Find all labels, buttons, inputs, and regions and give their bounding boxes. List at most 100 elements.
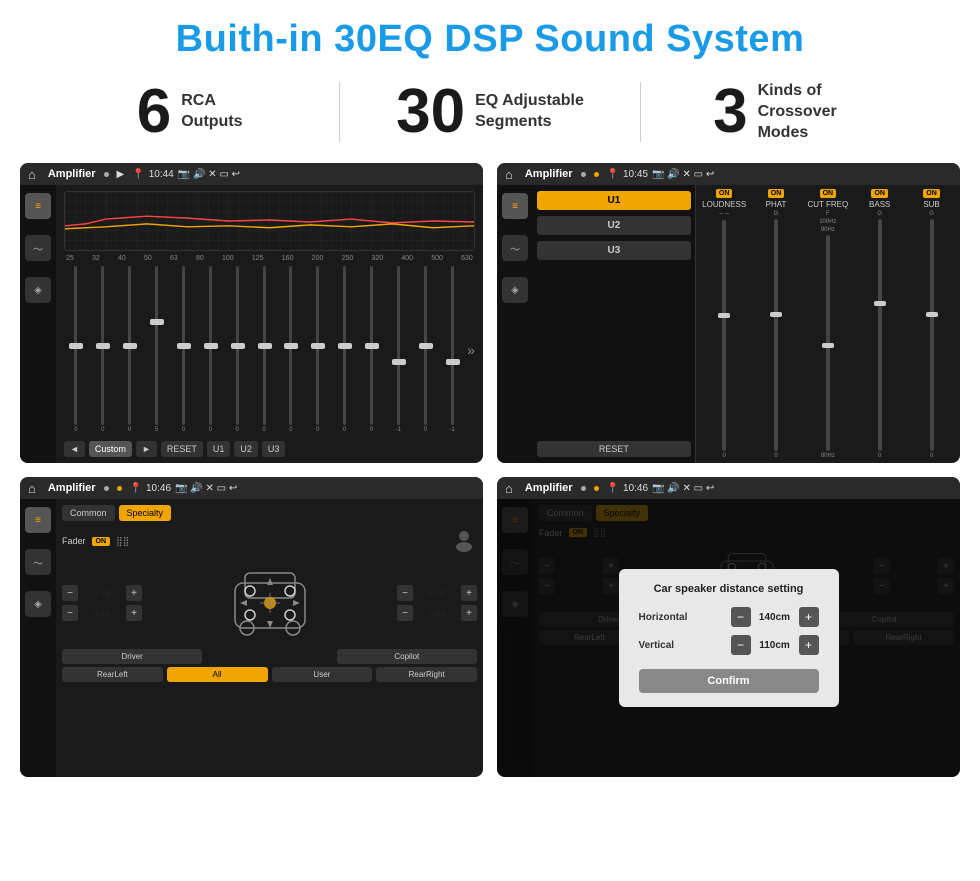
dialog-box: Car speaker distance setting Horizontal … <box>619 569 839 707</box>
car-svg <box>225 563 315 643</box>
vertical-plus-btn[interactable]: + <box>799 635 819 655</box>
eq-slider-13[interactable]: -1 <box>387 266 411 433</box>
eq-slider-7[interactable]: 0 <box>225 266 249 433</box>
dialog-stepper-horizontal[interactable]: − 140cm + <box>731 607 819 627</box>
eq-slider-12[interactable]: 0 <box>360 266 384 433</box>
app-title-br: Amplifier <box>525 482 573 494</box>
eq-sliders: 0 0 0 5 0 0 0 0 0 0 0 0 -1 0 -1 » <box>64 266 475 437</box>
eq-slider-6[interactable]: 0 <box>198 266 222 433</box>
eq-sidebar-icon-3[interactable]: ◈ <box>25 277 51 303</box>
eq-slider-2[interactable]: 0 <box>91 266 115 433</box>
amp-preset-u1[interactable]: U1 <box>537 191 691 210</box>
amp-preset-u3[interactable]: U3 <box>537 241 691 260</box>
status-bar-tr: ⌂ Amplifier 📍 10:45 📷 🔊 ✕ ▭ ↩ <box>497 163 960 185</box>
home-icon-tl[interactable]: ⌂ <box>28 167 36 182</box>
eq-graph <box>64 191 475 251</box>
eq-u3-btn[interactable]: U3 <box>262 441 286 457</box>
amp-sidebar-icon-1[interactable]: ≡ <box>502 193 528 219</box>
eq-slider-15[interactable]: -1 <box>440 266 464 433</box>
status-icons-tr: 📍 10:45 📷 🔊 ✕ ▭ ↩ <box>607 169 715 180</box>
right-rear-plus[interactable]: + <box>461 605 477 621</box>
amp-channel-loudness: ON LOUDNESS ~~ 0 <box>700 189 749 459</box>
home-icon-tr[interactable]: ⌂ <box>505 167 513 182</box>
cross-sidebar-icon-2[interactable]: 〜 <box>25 549 51 575</box>
left-rear-minus[interactable]: − <box>62 605 78 621</box>
btn-all[interactable]: All <box>167 667 268 682</box>
left-rear-plus[interactable]: + <box>126 605 142 621</box>
eq-bottom-bar: ◄ Custom ► RESET U1 U2 U3 <box>64 441 475 457</box>
cross-tab-specialty[interactable]: Specialty <box>119 505 172 521</box>
home-icon-br[interactable]: ⌂ <box>505 481 513 496</box>
status-icons-tl: 📍 10:44 📷 🔊 ✕ ▭ ↩ <box>132 169 240 180</box>
right-front-minus[interactable]: − <box>397 585 413 601</box>
screen-bottom-left: ⌂ Amplifier 📍 10:46 📷 🔊 ✕ ▭ ↩ ≡ 〜 ◈ Comm… <box>20 477 483 777</box>
right-rear-minus[interactable]: − <box>397 605 413 621</box>
btn-rearright[interactable]: RearRight <box>376 667 477 682</box>
eq-expand-icon[interactable]: » <box>467 342 475 358</box>
amp-channel-cutfreq: ON CUT FREQ F 100Hz 90Hz 80Hz <box>803 189 852 459</box>
amp-preset-u2[interactable]: U2 <box>537 216 691 235</box>
status-dot-br1 <box>581 486 586 491</box>
dialog-overlay: Car speaker distance setting Horizontal … <box>497 499 960 777</box>
fader-row: Fader ON ⣿⣿ <box>62 527 477 555</box>
fader-on-badge[interactable]: ON <box>92 537 111 546</box>
eq-slider-1[interactable]: 0 <box>64 266 88 433</box>
eq-slider-8[interactable]: 0 <box>252 266 276 433</box>
eq-sidebar: ≡ 〜 ◈ <box>20 185 56 463</box>
right-front-plus[interactable]: + <box>461 585 477 601</box>
eq-slider-14[interactable]: 0 <box>413 266 437 433</box>
eq-slider-11[interactable]: 0 <box>333 266 357 433</box>
stat-divider-1 <box>339 82 340 142</box>
cross-tabs: Common Specialty <box>62 505 477 521</box>
dialog-confirm-btn[interactable]: Confirm <box>639 669 819 693</box>
btn-driver[interactable]: Driver <box>62 649 202 664</box>
left-front-minus[interactable]: − <box>62 585 78 601</box>
eq-slider-3[interactable]: 0 <box>118 266 142 433</box>
home-icon-bl[interactable]: ⌂ <box>28 481 36 496</box>
app-title-tr: Amplifier <box>525 168 573 180</box>
eq-custom-btn[interactable]: Custom <box>89 441 132 457</box>
left-db-controls: − 0 dB + − 0 dB + <box>62 585 142 621</box>
status-dot-br2 <box>594 486 599 491</box>
btn-rearleft[interactable]: RearLeft <box>62 667 163 682</box>
screen-bottom-right: ⌂ Amplifier 📍 10:46 📷 🔊 ✕ ▭ ↩ ≡ 〜 ◈ Comm… <box>497 477 960 777</box>
dialog-title: Car speaker distance setting <box>639 583 819 595</box>
left-front-plus[interactable]: + <box>126 585 142 601</box>
dialog-stepper-vertical[interactable]: − 110cm + <box>731 635 819 655</box>
user-icon <box>451 527 477 553</box>
vertical-value: 110cm <box>755 640 795 651</box>
amp-channel-phat: ON PHAT G 0 <box>752 189 801 459</box>
eq-u1-btn[interactable]: U1 <box>207 441 231 457</box>
btn-copilot[interactable]: Copilot <box>337 649 477 664</box>
amp-reset-btn[interactable]: RESET <box>537 441 691 457</box>
amp-channel-sub: ON SUB G 0 <box>907 189 956 459</box>
eq-slider-5[interactable]: 0 <box>172 266 196 433</box>
amp-sidebar-icon-3[interactable]: ◈ <box>502 277 528 303</box>
right-rear-db: 0 dB <box>417 609 457 618</box>
eq-next-btn[interactable]: ► <box>136 441 157 457</box>
fader-label: Fader <box>62 536 86 546</box>
eq-freq-labels: 2532405063 80100125160200 25032040050063… <box>64 255 475 262</box>
cross-sidebar-icon-3[interactable]: ◈ <box>25 591 51 617</box>
eq-prev-btn[interactable]: ◄ <box>64 441 85 457</box>
page-title: Buith-in 30EQ DSP Sound System <box>0 0 980 71</box>
eq-sidebar-icon-1[interactable]: ≡ <box>25 193 51 219</box>
status-dot-tr1 <box>581 172 586 177</box>
vertical-minus-btn[interactable]: − <box>731 635 751 655</box>
left-front-db: 0 dB <box>82 589 122 598</box>
dialog-label-horizontal: Horizontal <box>639 612 699 623</box>
eq-sidebar-icon-2[interactable]: 〜 <box>25 235 51 261</box>
eq-slider-10[interactable]: 0 <box>306 266 330 433</box>
cross-tab-common[interactable]: Common <box>62 505 115 521</box>
horizontal-plus-btn[interactable]: + <box>799 607 819 627</box>
cross-sidebar-icon-1[interactable]: ≡ <box>25 507 51 533</box>
eq-slider-9[interactable]: 0 <box>279 266 303 433</box>
eq-slider-4[interactable]: 5 <box>145 266 169 433</box>
amp-sidebar-icon-2[interactable]: 〜 <box>502 235 528 261</box>
btn-user[interactable]: User <box>272 667 373 682</box>
right-front-db: 0 dB <box>417 589 457 598</box>
play-icon-tl[interactable]: ▶ <box>117 169 125 180</box>
eq-reset-btn[interactable]: RESET <box>161 441 203 457</box>
eq-u2-btn[interactable]: U2 <box>234 441 258 457</box>
horizontal-minus-btn[interactable]: − <box>731 607 751 627</box>
